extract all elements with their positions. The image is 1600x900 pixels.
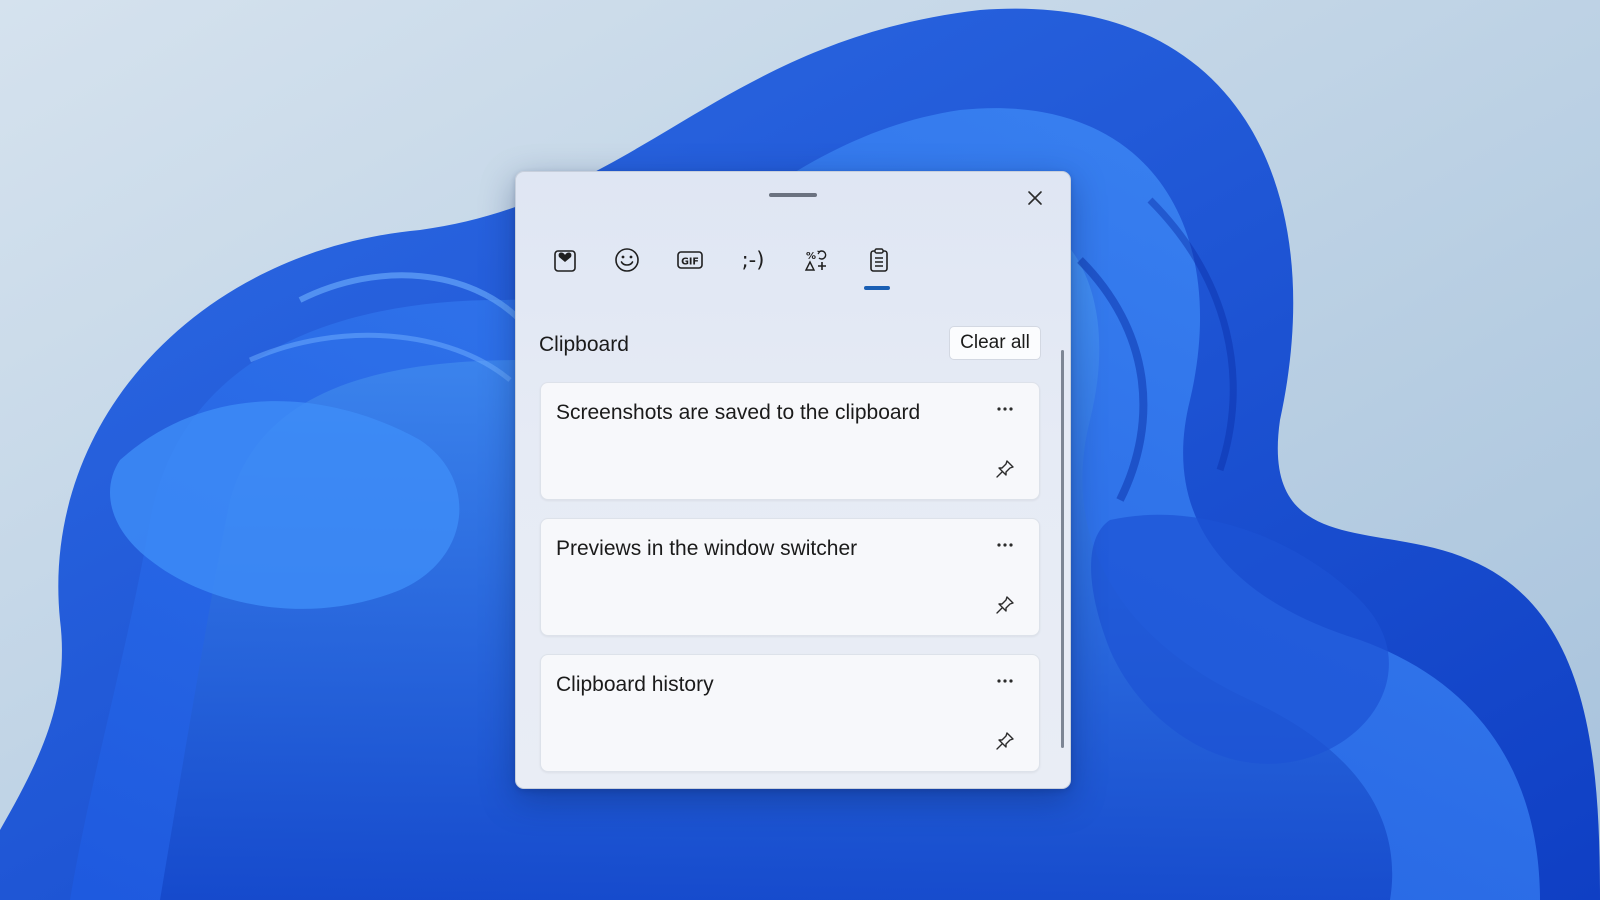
more-options-button[interactable] <box>991 667 1019 695</box>
symbols-icon: % <box>804 250 827 271</box>
scrollbar[interactable] <box>1061 350 1064 748</box>
clear-all-button[interactable]: Clear all <box>949 326 1041 360</box>
clipboard-item[interactable]: Previews in the window switcher <box>540 518 1040 636</box>
pin-icon <box>996 596 1014 614</box>
pin-button[interactable] <box>991 455 1019 483</box>
emoji-clipboard-panel: GIF ;-) % Clipboard Clear all Screenshot… <box>515 171 1071 789</box>
more-options-button[interactable] <box>991 395 1019 423</box>
tab-gif[interactable]: GIF <box>666 236 714 284</box>
smiley-icon <box>615 248 639 272</box>
clipboard-item[interactable]: Screenshots are saved to the clipboard <box>540 382 1040 500</box>
pin-icon <box>996 460 1014 478</box>
clipboard-item-text: Previews in the window switcher <box>556 537 858 560</box>
tab-symbols[interactable]: % <box>792 236 840 284</box>
pin-icon <box>996 732 1014 750</box>
drag-handle[interactable] <box>769 193 817 197</box>
more-icon <box>997 407 1013 411</box>
pin-button[interactable] <box>991 591 1019 619</box>
close-button[interactable] <box>1021 184 1049 212</box>
tab-bar: GIF ;-) % <box>541 236 901 296</box>
clipboard-item-text: Clipboard history <box>556 673 714 696</box>
more-icon <box>997 679 1013 683</box>
heart-sticker-icon <box>554 250 576 272</box>
tab-emoji[interactable] <box>603 236 651 284</box>
clipboard-item-text: Screenshots are saved to the clipboard <box>556 401 921 424</box>
more-options-button[interactable] <box>991 531 1019 559</box>
close-icon <box>1028 191 1042 205</box>
tab-recently-used[interactable] <box>541 236 589 284</box>
more-icon <box>997 543 1013 547</box>
kaomoji-icon: ;-) <box>741 248 765 272</box>
clipboard-icon <box>870 248 888 272</box>
selected-tab-indicator <box>864 286 890 290</box>
pin-button[interactable] <box>991 727 1019 755</box>
svg-text:%: % <box>806 251 816 262</box>
tab-clipboard[interactable] <box>855 236 903 284</box>
svg-text:GIF: GIF <box>681 257 699 268</box>
section-title: Clipboard <box>539 333 629 356</box>
gif-icon: GIF <box>677 251 703 269</box>
tab-kaomoji[interactable]: ;-) <box>729 236 777 284</box>
clipboard-item[interactable]: Clipboard history <box>540 654 1040 772</box>
